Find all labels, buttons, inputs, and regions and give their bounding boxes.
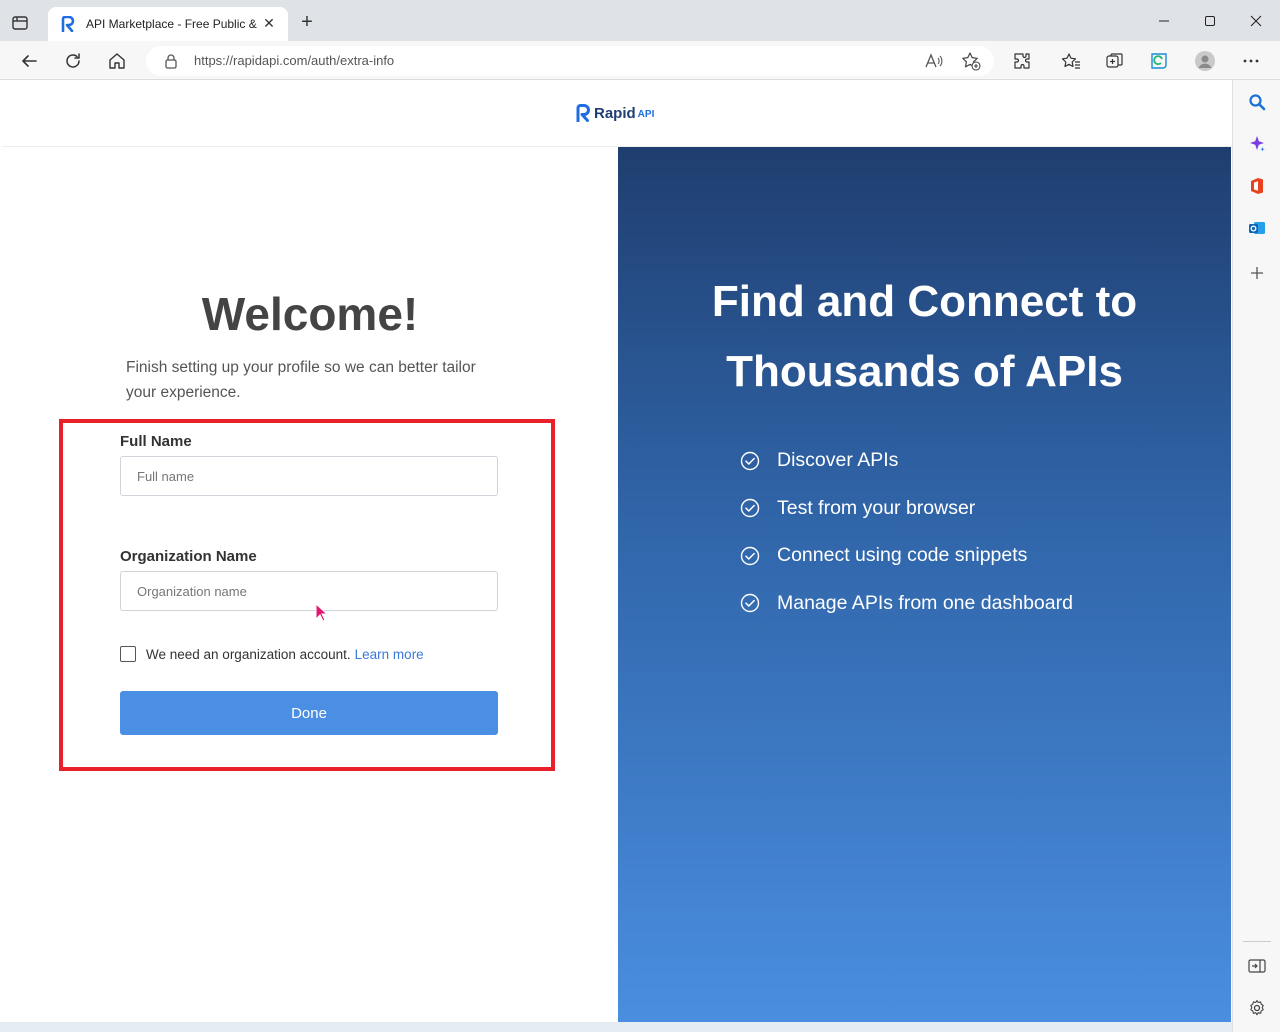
hero-pane: Find and Connect to Thousands of APIs Di…: [618, 147, 1231, 1022]
browser-tab[interactable]: API Marketplace - Free Public & Open Sou…: [48, 7, 288, 41]
site-header: Rapid API: [2, 81, 1231, 147]
office-icon[interactable]: [1245, 174, 1269, 198]
organization-name-input[interactable]: [120, 571, 498, 611]
done-button[interactable]: Done: [120, 691, 498, 735]
sidebar-settings-icon[interactable]: [1245, 996, 1269, 1020]
tab-close-icon[interactable]: ✕: [260, 15, 278, 33]
sidebar-divider: [1243, 941, 1271, 942]
feature-item: Connect using code snippets: [740, 532, 1073, 580]
search-icon[interactable]: [1245, 90, 1269, 114]
new-tab-icon[interactable]: +: [296, 11, 318, 33]
mouse-cursor-icon: [315, 603, 329, 622]
feature-text: Connect using code snippets: [777, 544, 1028, 567]
edge-sidebar: [1232, 80, 1280, 1032]
back-icon[interactable]: [16, 48, 42, 74]
hide-sidebar-icon[interactable]: [1245, 954, 1269, 978]
page-content: Rapid API Welcome! Finish setting up you…: [2, 81, 1231, 1022]
full-name-label: Full Name: [120, 433, 192, 450]
add-favorite-icon[interactable]: [961, 51, 981, 71]
check-circle-icon: [740, 546, 760, 566]
check-circle-icon: [740, 498, 760, 518]
lock-icon[interactable]: [164, 53, 178, 69]
browser-titlebar: API Marketplace - Free Public & Open Sou…: [0, 0, 1280, 41]
bottom-strip: [0, 1022, 1232, 1032]
organization-account-checkbox[interactable]: [120, 646, 136, 662]
add-sidebar-app-icon[interactable]: [1245, 261, 1269, 285]
minimize-icon[interactable]: [1150, 8, 1178, 34]
page-subtitle: Finish setting up your profile so we can…: [126, 359, 476, 401]
window-close-icon[interactable]: [1242, 8, 1270, 34]
read-aloud-icon[interactable]: [924, 51, 944, 71]
address-bar[interactable]: https://rapidapi.com/auth/extra-info: [146, 46, 994, 76]
profile-avatar-icon[interactable]: [1193, 49, 1217, 73]
url-text: https://rapidapi.com/auth/extra-info: [194, 53, 395, 68]
form-pane: Welcome! Finish setting up your profile …: [2, 147, 618, 1022]
tab-title: API Marketplace - Free Public & Open Sou…: [86, 17, 258, 31]
settings-more-icon[interactable]: [1239, 49, 1263, 73]
feature-item: Manage APIs from one dashboard: [740, 580, 1073, 628]
feature-item: Test from your browser: [740, 485, 1073, 533]
feature-text: Manage APIs from one dashboard: [777, 591, 1073, 614]
learn-more-link[interactable]: Learn more: [355, 647, 424, 662]
check-circle-icon: [740, 451, 760, 471]
hero-title: Find and Connect to Thousands of APIs: [711, 277, 1138, 396]
feature-text: Discover APIs: [777, 449, 899, 472]
copilot-sparkle-icon[interactable]: [1245, 132, 1269, 156]
browser-toolbar: https://rapidapi.com/auth/extra-info: [0, 41, 1280, 80]
home-icon[interactable]: [104, 48, 130, 74]
rapidapi-logo-icon: [576, 104, 590, 122]
organization-account-row: We need an organization account. Learn m…: [120, 646, 424, 662]
logo-text: Rapid: [594, 104, 636, 122]
favorites-icon[interactable]: [1059, 49, 1083, 73]
browser-essentials-icon[interactable]: [1147, 49, 1171, 73]
rapidapi-favicon-icon: [60, 16, 76, 32]
check-circle-icon: [740, 593, 760, 613]
maximize-icon[interactable]: [1196, 8, 1224, 34]
rapidapi-logo[interactable]: Rapid API: [575, 104, 654, 122]
refresh-icon[interactable]: [60, 48, 86, 74]
page-title: Welcome!: [201, 288, 419, 340]
extensions-icon[interactable]: [1010, 49, 1034, 73]
tab-actions-icon[interactable]: [10, 13, 30, 33]
organization-name-label: Organization Name: [120, 548, 257, 565]
full-name-input[interactable]: [120, 456, 498, 496]
feature-text: Test from your browser: [777, 496, 976, 519]
organization-account-label[interactable]: We need an organization account.: [146, 647, 351, 662]
collections-icon[interactable]: [1103, 49, 1127, 73]
logo-suffix: API: [637, 109, 655, 120]
feature-list: Discover APIs Test from your browser Con…: [740, 437, 1073, 627]
outlook-icon[interactable]: [1245, 216, 1269, 240]
feature-item: Discover APIs: [740, 437, 1073, 485]
